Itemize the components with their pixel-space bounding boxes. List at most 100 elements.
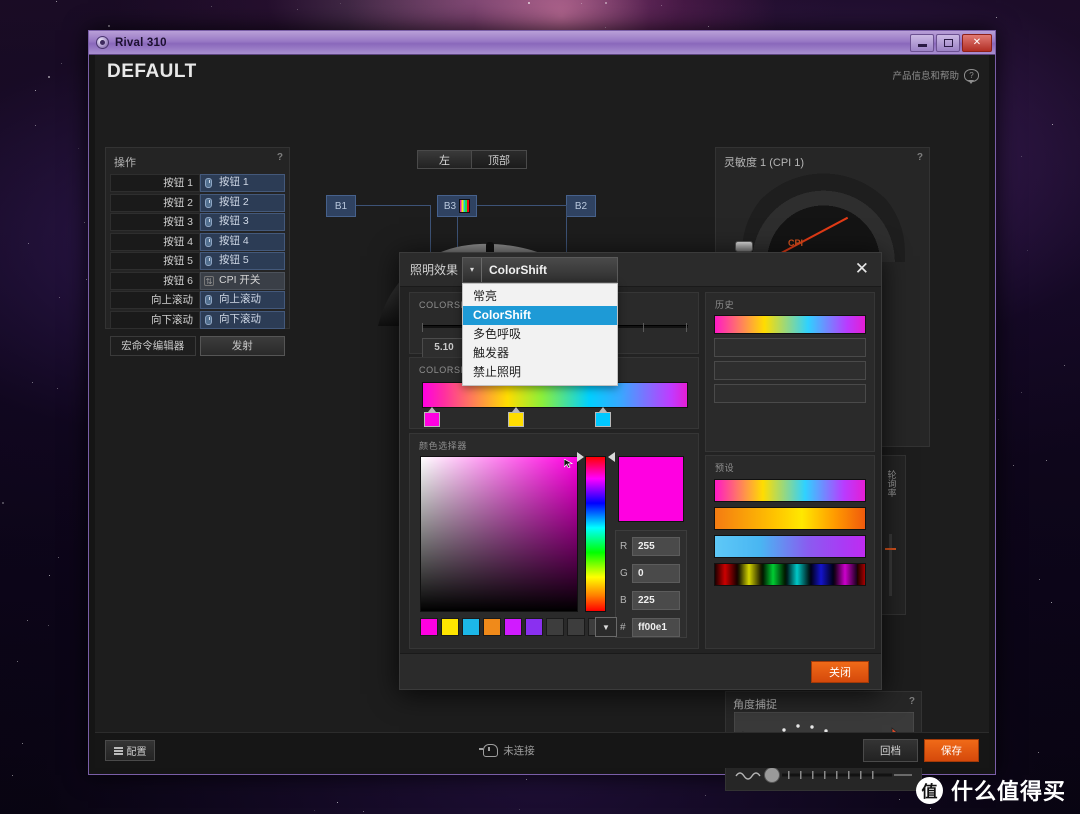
edge-panel-label: 轮询率	[886, 470, 897, 497]
mouse-device-icon	[479, 744, 499, 757]
action-row: 按钮 4 按钮 4	[110, 232, 285, 251]
list-icon	[113, 746, 123, 755]
hex-input[interactable]: ff00e1	[632, 617, 680, 637]
angle-snapping-help-icon[interactable]: ?	[909, 696, 915, 707]
angle-snapping-title: 角度捕捉	[733, 699, 777, 711]
config-button[interactable]: 配置	[105, 740, 155, 761]
mouse-button-icon	[205, 256, 212, 266]
speed-value-input[interactable]: 5.10	[422, 338, 466, 358]
fire-button[interactable]: 发射	[199, 335, 285, 356]
window-titlebar: Rival 310 ✕	[89, 31, 995, 55]
sensitivity-help-icon[interactable]: ?	[917, 152, 923, 163]
product-info-help[interactable]: 产品信息和帮助 ?	[892, 68, 979, 84]
color-swatch[interactable]	[546, 618, 564, 636]
color-swatch[interactable]	[420, 618, 438, 636]
history-slot[interactable]	[714, 361, 866, 380]
saturation-value-field[interactable]	[420, 456, 578, 612]
action-value[interactable]: 向上滚动	[200, 291, 285, 309]
color-picker-section: 颜色选择器 R 255 G 0 B 225 # ff00e1 ▼	[409, 433, 699, 649]
more-swatches-button[interactable]: ▼	[595, 617, 617, 637]
action-value[interactable]: 向下滚动	[200, 310, 285, 329]
color-swatch[interactable]	[441, 618, 459, 636]
dialog-close-button[interactable]: 关闭	[811, 660, 869, 683]
button-tag-b2[interactable]: B2	[566, 195, 596, 217]
button-tag-b1[interactable]: B1	[326, 195, 356, 217]
cpi-gauge[interactable]	[742, 170, 905, 262]
picker-section-label: 颜色选择器	[419, 441, 468, 451]
color-swatch[interactable]	[504, 618, 522, 636]
macro-editor-button[interactable]: 宏命令编辑器	[110, 335, 196, 356]
mouse-button-icon	[205, 197, 212, 208]
action-name: 向下滚动	[110, 310, 200, 329]
tab-left-view[interactable]: 左	[417, 150, 472, 169]
angle-snapping-slider[interactable]	[734, 766, 914, 784]
hue-arrow-left-icon	[577, 452, 584, 462]
effect-select[interactable]: ▾ ColorShift	[462, 257, 618, 283]
effect-menu-item[interactable]: ColorShift	[463, 306, 617, 325]
rgb-row-r: R 255	[620, 534, 686, 558]
r-label: R	[620, 540, 628, 552]
rgb-row-g: G 0	[620, 561, 686, 585]
gradient-stop-handle[interactable]	[508, 407, 525, 428]
r-input[interactable]: 255	[632, 536, 680, 556]
save-button[interactable]: 保存	[924, 739, 979, 762]
color-preview-swatch	[618, 456, 684, 522]
action-name: 按钮 6	[110, 271, 200, 290]
revert-button[interactable]: 回档	[863, 739, 918, 762]
minimize-button[interactable]	[910, 33, 934, 52]
edge-slider-track[interactable]	[889, 534, 892, 596]
history-label: 历史	[715, 300, 735, 310]
color-swatch[interactable]	[483, 618, 501, 636]
close-window-button[interactable]: ✕	[962, 33, 992, 52]
bottom-actions: 回档 保存	[863, 739, 979, 762]
effect-menu-item[interactable]: 禁止照明	[463, 363, 617, 382]
action-name: 按钮 2	[110, 193, 200, 212]
hue-slider[interactable]	[585, 456, 606, 612]
page-title: DEFAULT	[107, 61, 197, 82]
color-swatch[interactable]	[567, 618, 585, 636]
action-value[interactable]: 按钮 2	[200, 193, 285, 212]
maximize-button[interactable]	[936, 33, 960, 52]
effect-menu-item[interactable]: 触发器	[463, 344, 617, 363]
effect-dropdown-menu[interactable]: 常亮 ColorShift 多色呼吸 触发器 禁止照明	[462, 283, 618, 386]
action-name: 向上滚动	[110, 291, 200, 309]
product-info-label: 产品信息和帮助	[892, 71, 959, 82]
preset-slot[interactable]	[714, 563, 866, 586]
color-swatch[interactable]	[462, 618, 480, 636]
action-row: 按钮 2 按钮 2	[110, 193, 285, 212]
gradient-stop-handle[interactable]	[424, 407, 441, 428]
action-value[interactable]: 按钮 4	[200, 232, 285, 251]
g-input[interactable]: 0	[632, 563, 680, 583]
actions-help-icon[interactable]: ?	[277, 152, 283, 163]
mouse-button-icon	[205, 178, 212, 188]
preset-slot[interactable]	[714, 479, 866, 502]
effect-menu-item[interactable]: 常亮	[463, 287, 617, 306]
watermark-text: 什么值得买	[950, 779, 1066, 804]
action-value[interactable]: ⇅ CPI 开关	[200, 271, 285, 290]
action-value[interactable]: 按钮 5	[200, 252, 285, 270]
effect-menu-item[interactable]: 多色呼吸	[463, 325, 617, 344]
action-value[interactable]: 按钮 1	[200, 174, 285, 192]
history-slot[interactable]	[714, 384, 866, 403]
history-slot[interactable]	[714, 315, 866, 334]
action-row: 向上滚动 向上滚动	[110, 291, 285, 309]
gradient-stop-handle[interactable]	[595, 407, 612, 428]
action-value[interactable]: 按钮 3	[200, 213, 285, 231]
tab-top-view[interactable]: 顶部	[472, 150, 527, 169]
action-row: 按钮 1 按钮 1	[110, 174, 285, 192]
preset-slot[interactable]	[714, 507, 866, 530]
edge-slider-marker	[885, 548, 896, 550]
button-tag-b3[interactable]: B3	[437, 195, 477, 217]
g-label: G	[620, 567, 628, 579]
dialog-header: 照明效果 ▾ ColorShift ✕	[400, 253, 881, 287]
watermark: 值 什么值得买	[915, 774, 1066, 806]
help-bubble-icon: ?	[964, 68, 979, 84]
color-swatch[interactable]	[525, 618, 543, 636]
history-section: 历史	[705, 292, 875, 452]
cpi-gauge-knob[interactable]	[735, 241, 753, 252]
window-title: Rival 310	[115, 36, 167, 49]
history-slot[interactable]	[714, 338, 866, 357]
preset-slot[interactable]	[714, 535, 866, 558]
close-icon[interactable]: ✕	[855, 260, 869, 277]
b-input[interactable]: 225	[632, 590, 680, 610]
